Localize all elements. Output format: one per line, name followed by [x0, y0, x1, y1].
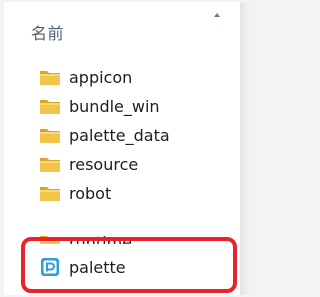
list-item-palette-data[interactable]: palette_data [38, 123, 170, 147]
list-item-label: robot [69, 183, 112, 203]
list-item-appicon[interactable]: appicon [38, 65, 132, 89]
list-item-label: palette_data [69, 125, 170, 145]
column-header-name[interactable]: 名前 [31, 20, 64, 44]
folder-icon [40, 187, 60, 201]
red-highlight-box [21, 237, 237, 293]
folder-icon [40, 100, 60, 114]
folder-icon [40, 71, 60, 85]
panel-shadow [240, 2, 250, 295]
list-item-label: appicon [69, 67, 133, 87]
list-item-resource[interactable]: resource [38, 152, 138, 176]
sort-arrow-icon [214, 13, 220, 17]
list-item-robot[interactable]: robot [38, 181, 111, 205]
folder-icon [40, 129, 60, 143]
list-item-bundle-win[interactable]: bundle_win [38, 94, 160, 118]
list-item-label: bundle_win [69, 96, 160, 116]
folder-icon [40, 158, 60, 172]
list-item-label: resource [69, 154, 139, 174]
